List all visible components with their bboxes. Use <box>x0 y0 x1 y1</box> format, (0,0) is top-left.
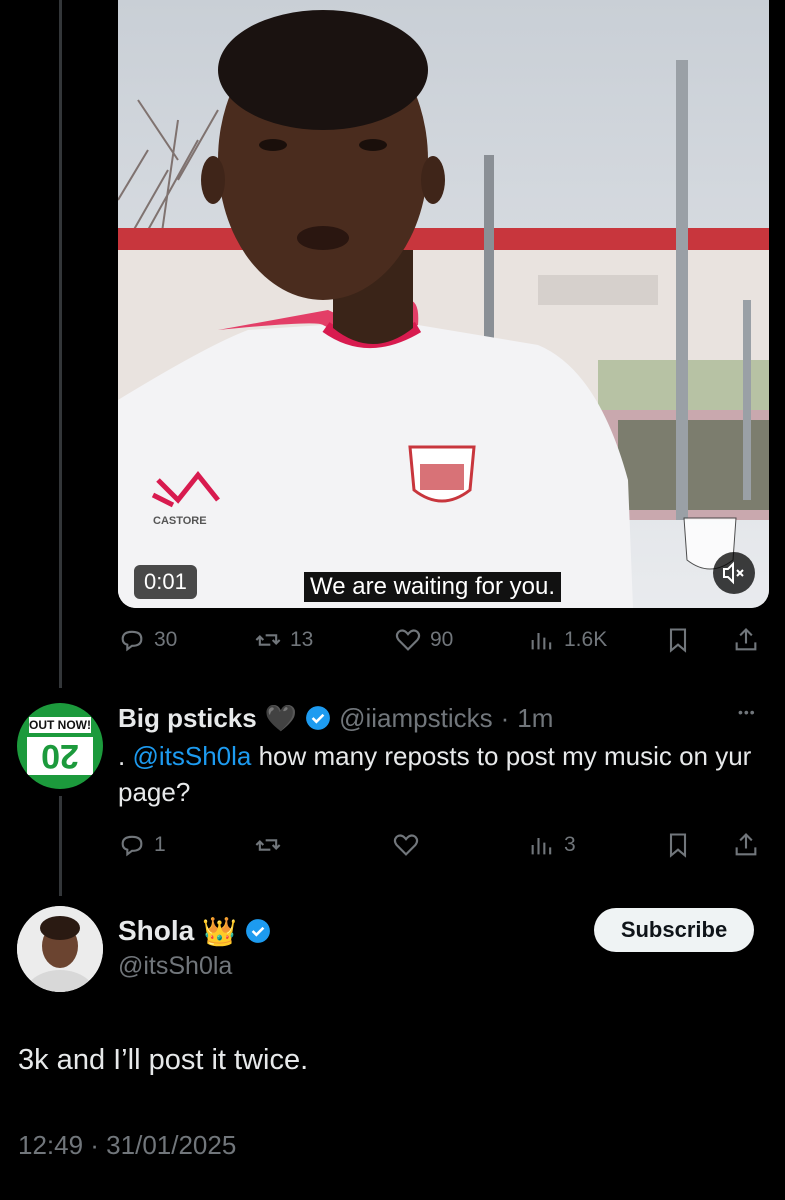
views-button[interactable]: 1.6K <box>528 620 607 660</box>
views-count: 1.6K <box>564 628 608 651</box>
main-avatar[interactable] <box>17 906 103 992</box>
thread-line-bottom <box>59 796 62 896</box>
reply-display-name[interactable]: Big psticks <box>118 703 257 734</box>
reply-like-button[interactable] <box>392 825 420 865</box>
video-timestamp: 0:01 <box>134 565 197 599</box>
like-button[interactable]: 90 <box>394 620 453 660</box>
reply-text-prefix: . <box>118 741 126 771</box>
reply-separator: · <box>500 702 510 733</box>
main-handle[interactable]: @itsSh0la <box>118 952 232 981</box>
reply-reply-button[interactable]: 1 <box>118 825 166 865</box>
crown-emoji: 👑 <box>202 915 238 947</box>
bookmark-icon <box>669 833 687 858</box>
black-heart-emoji: 🖤 <box>264 702 298 733</box>
verified-badge-icon <box>246 919 271 943</box>
verified-badge-icon <box>306 706 331 730</box>
reply-mention-link[interactable]: @itsSh0la <box>132 741 251 771</box>
main-display-name[interactable]: Shola <box>118 915 194 947</box>
like-count: 90 <box>430 628 454 651</box>
thread-line-top <box>59 0 62 688</box>
main-header: Shola 👑 <box>118 912 271 950</box>
profile-photo <box>17 906 103 992</box>
reply-reply-count: 1 <box>154 833 166 856</box>
reply-actions: 1 3 <box>118 825 768 865</box>
avatar-out-now-badge: OUT NOW! <box>29 717 91 733</box>
reply-icon <box>121 835 143 857</box>
reply-repost-button[interactable] <box>254 825 282 865</box>
repost-icon <box>255 634 281 646</box>
reply-views-count: 3 <box>564 833 576 856</box>
video-frame: CASTORE <box>118 0 769 608</box>
muted-speaker-icon <box>723 561 744 585</box>
repost-icon <box>255 839 281 851</box>
reply-icon <box>121 630 143 652</box>
reply-views-button[interactable]: 3 <box>528 825 576 865</box>
video-tweet-actions: 30 13 90 1.6K <box>118 620 768 660</box>
mute-button[interactable] <box>713 552 755 594</box>
heart-icon <box>393 834 419 856</box>
repost-button[interactable]: 13 <box>254 620 313 660</box>
main-text: 3k and I’ll post it twice. <box>18 1044 309 1076</box>
main-timestamp[interactable]: 12:49 · 31/01/2025 <box>18 1130 236 1161</box>
repost-count: 13 <box>290 628 314 651</box>
video-player[interactable]: CASTORE 0:01 We are waiting for you. <box>118 0 769 608</box>
reply-bookmark-button[interactable] <box>664 825 692 865</box>
views-icon <box>531 633 552 650</box>
heart-icon <box>395 629 421 651</box>
reply-text: . @itsSh0la how many reposts to post my … <box>118 738 768 810</box>
subscribe-button[interactable]: Subscribe <box>594 908 754 952</box>
reply-button[interactable]: 30 <box>118 620 177 660</box>
share-button[interactable] <box>732 620 760 660</box>
bookmark-button[interactable] <box>664 620 692 660</box>
avatar-number: 20 <box>27 737 93 775</box>
share-icon <box>735 833 757 856</box>
bookmark-icon <box>669 628 687 653</box>
share-icon <box>735 628 757 651</box>
reply-avatar[interactable]: OUT NOW! 20 <box>17 703 103 789</box>
reply-count: 30 <box>154 628 178 651</box>
jersey-brand-text: CASTORE <box>153 515 207 527</box>
reply-handle[interactable]: @iiampsticks <box>339 703 493 734</box>
reply-share-button[interactable] <box>732 825 760 865</box>
reply-header: Big psticks 🖤 @iiampsticks · 1m <box>118 700 553 736</box>
more-options-button[interactable]: ••• <box>738 704 756 720</box>
views-icon <box>531 838 552 855</box>
reply-time[interactable]: 1m <box>517 703 553 734</box>
video-caption: We are waiting for you. <box>304 572 562 602</box>
